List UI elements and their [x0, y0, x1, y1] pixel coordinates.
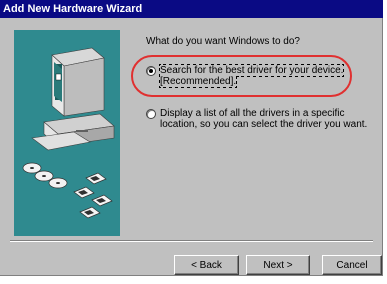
radio-button-unselected[interactable] — [146, 109, 156, 119]
wizard-prompt: What do you want Windows to do? — [146, 36, 300, 47]
divider — [10, 240, 373, 242]
cancel-button[interactable]: Cancel — [322, 255, 382, 275]
window-title: Add New Hardware Wizard — [3, 3, 143, 15]
option-display-label: Display a list of all the drivers in a s… — [160, 108, 368, 130]
next-button[interactable]: Next > — [246, 255, 310, 275]
title-bar[interactable]: Add New Hardware Wizard — [0, 0, 383, 18]
wizard-illustration — [14, 30, 120, 236]
radio-button-selected[interactable] — [146, 66, 156, 76]
option-search-label: Search for the best driver for your devi… — [158, 64, 345, 88]
wizard-window: Add New Hardware Wizard What do you want… — [0, 0, 383, 276]
back-button[interactable]: < Back — [174, 255, 239, 275]
